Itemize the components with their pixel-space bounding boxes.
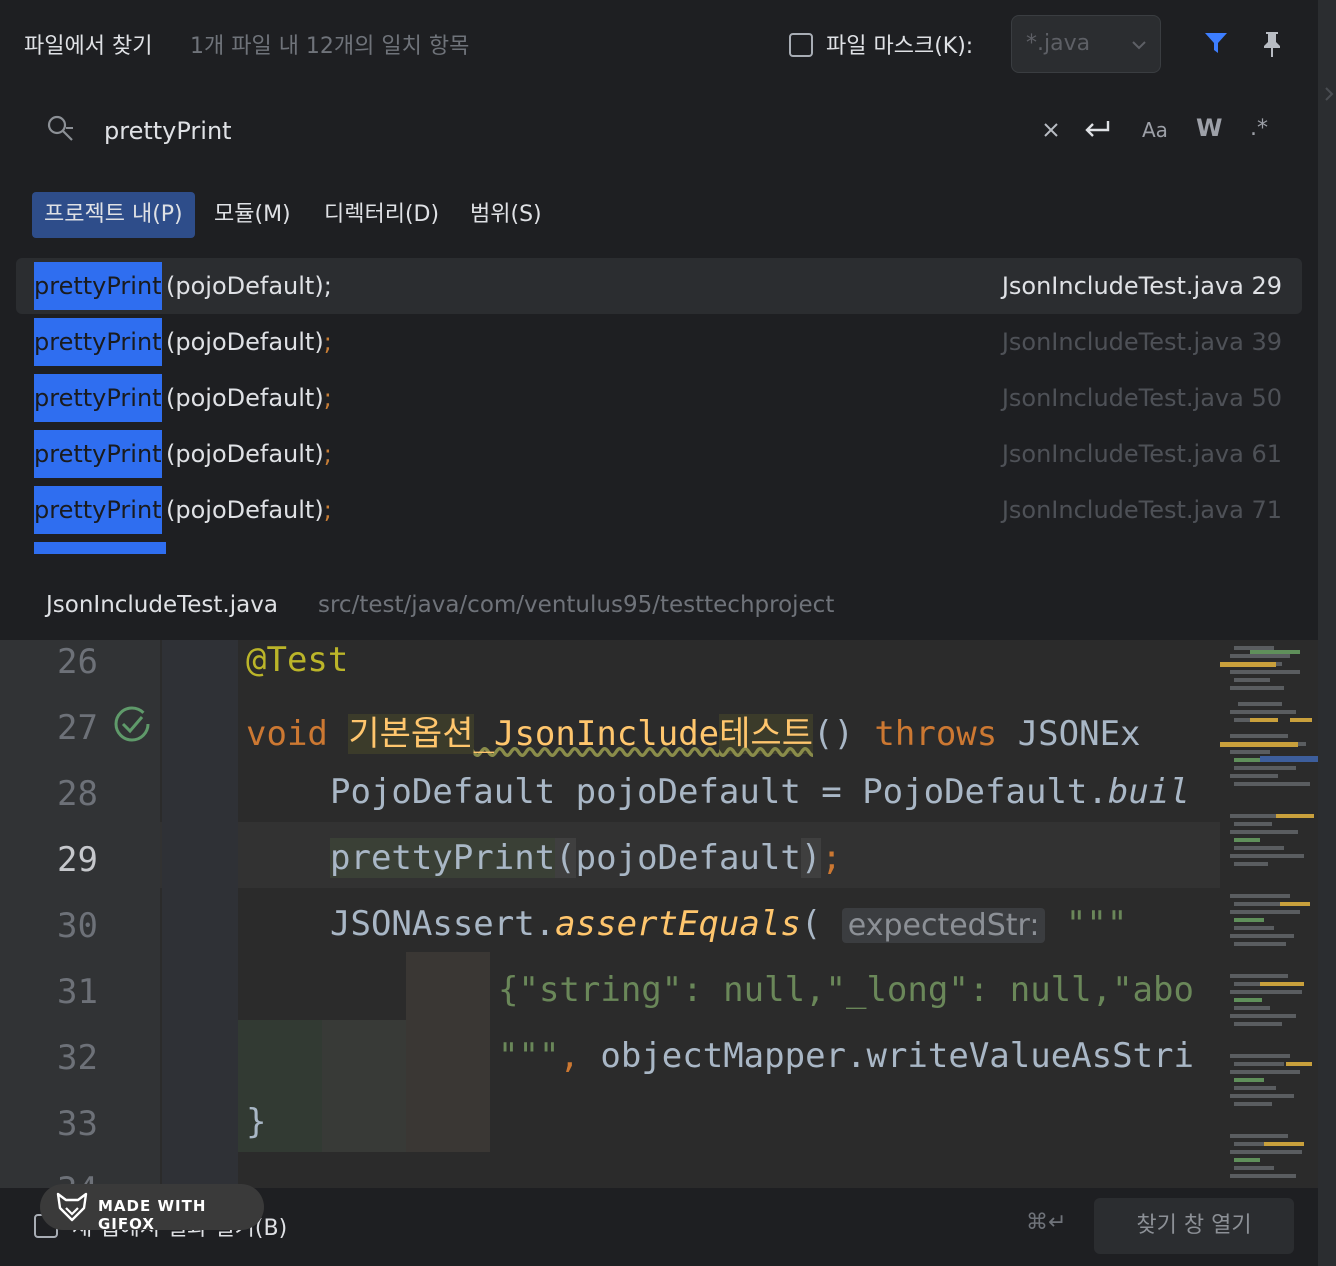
tab-module[interactable]: 모듈(M) xyxy=(202,192,303,238)
search-icon xyxy=(47,115,73,141)
open-find-window-button[interactable]: 찾기 창 열기 xyxy=(1094,1198,1294,1254)
chevron-down-icon xyxy=(1132,41,1146,50)
tab-scope[interactable]: 범위(S) xyxy=(458,192,554,238)
result-row[interactable]: prettyPrint (pojoDefault); JsonIncludeTe… xyxy=(16,258,1302,314)
result-match: prettyPrint xyxy=(34,430,162,478)
code-line-33: } xyxy=(246,1102,267,1142)
result-text: (pojoDefault); xyxy=(166,272,332,300)
test-passed-icon[interactable] xyxy=(112,704,152,744)
filter-icon[interactable] xyxy=(1203,30,1229,56)
code-line-26: @Test xyxy=(246,640,349,680)
result-match: prettyPrint xyxy=(34,374,162,422)
result-location: JsonIncludeTest.java 39 xyxy=(1001,328,1282,356)
indent-guide xyxy=(406,952,490,1152)
result-location: JsonIncludeTest.java 29 xyxy=(1001,272,1282,300)
search-input[interactable] xyxy=(104,112,964,150)
whole-words-button[interactable]: W xyxy=(1196,114,1222,142)
clear-icon[interactable] xyxy=(1042,121,1060,139)
tab-in-project[interactable]: 프로젝트 내(P) xyxy=(32,192,195,238)
preview-file-path: src/test/java/com/ventulus95/testtechpro… xyxy=(318,592,835,618)
code-line-27: void 기본옵션_JsonInclude테스트() throws JSONEx xyxy=(246,714,1141,754)
line-gutter: 26 27 28 29 30 31 32 33 34 xyxy=(0,640,160,1188)
find-in-files-window: 파일에서 찾기 1개 파일 내 12개의 일치 항목 파일 마스크(K): *.… xyxy=(0,0,1336,1266)
code-line-28: PojoDefault pojoDefault = PojoDefault.bu… xyxy=(330,772,1190,812)
result-text: (pojoDefault); xyxy=(166,496,332,524)
match-case-button[interactable]: Aa xyxy=(1142,118,1168,142)
newline-icon[interactable] xyxy=(1082,118,1112,142)
result-match-partial xyxy=(34,542,166,554)
regex-button[interactable]: .* xyxy=(1250,116,1268,141)
file-mask-checkbox[interactable] xyxy=(789,33,813,57)
line-number: 27 xyxy=(57,708,98,748)
file-mask-value: *.java xyxy=(1026,31,1091,56)
code-line-31: {"string": null,"_long": null,"abo xyxy=(498,970,1194,1010)
result-text: (pojoDefault); xyxy=(166,440,332,468)
result-row[interactable]: prettyPrint (pojoDefault); JsonIncludeTe… xyxy=(16,314,1302,370)
dialog-footer: 새 탭에서 결과 열기(B) MADE WITH GIFOX ⌘↵ 찾기 창 열… xyxy=(0,1184,1318,1266)
indent-guide xyxy=(322,1020,406,1152)
code-line-32: """, objectMapper.writeValueAsStri xyxy=(498,1036,1194,1076)
result-location: JsonIncludeTest.java 50 xyxy=(1001,384,1282,412)
dialog-title: 파일에서 찾기 xyxy=(24,34,153,59)
results-list[interactable]: prettyPrint (pojoDefault); JsonIncludeTe… xyxy=(16,258,1302,554)
line-number: 26 xyxy=(57,642,98,682)
result-text: (pojoDefault); xyxy=(166,384,332,412)
result-row[interactable]: prettyPrint (pojoDefault); JsonIncludeTe… xyxy=(16,482,1302,538)
tab-directory[interactable]: 디렉터리(D) xyxy=(312,192,451,238)
code-line-30: JSONAssert.assertEquals( expectedStr: ""… xyxy=(330,904,1128,944)
result-text: (pojoDefault); xyxy=(166,328,332,356)
line-number: 28 xyxy=(57,774,98,814)
result-match: prettyPrint xyxy=(34,486,162,534)
gifox-text: MADE WITH GIFOX xyxy=(98,1197,207,1233)
preview-file-name: JsonIncludeTest.java xyxy=(46,592,278,618)
code-minimap[interactable] xyxy=(1220,640,1318,1188)
result-match: prettyPrint xyxy=(34,318,162,366)
code-preview[interactable]: 26 27 28 29 30 31 32 33 34 @Test void 기본… xyxy=(0,640,1318,1188)
pin-icon[interactable] xyxy=(1260,30,1284,58)
result-row[interactable]: prettyPrint (pojoDefault); JsonIncludeTe… xyxy=(16,426,1302,482)
file-mask-combo[interactable]: *.java xyxy=(1011,15,1161,73)
line-number-current: 29 xyxy=(57,840,98,880)
match-count: 1개 파일 내 12개의 일치 항목 xyxy=(190,34,470,59)
line-number: 33 xyxy=(57,1104,98,1144)
chevron-right-icon xyxy=(1325,87,1334,101)
gifox-watermark: MADE WITH GIFOX xyxy=(40,1184,264,1233)
result-location: JsonIncludeTest.java 61 xyxy=(1001,440,1282,468)
fold-strip xyxy=(162,640,238,1188)
shortcut-hint: ⌘↵ xyxy=(1026,1210,1067,1235)
result-match: prettyPrint xyxy=(34,262,162,310)
parameter-hint: expectedStr: xyxy=(841,908,1046,943)
fox-logo-icon xyxy=(56,1192,88,1222)
line-number: 31 xyxy=(57,972,98,1012)
result-row[interactable]: prettyPrint (pojoDefault); JsonIncludeTe… xyxy=(16,370,1302,426)
result-location: JsonIncludeTest.java 71 xyxy=(1001,496,1282,524)
code-line-29: prettyPrint(pojoDefault); xyxy=(330,838,842,878)
line-number: 30 xyxy=(57,906,98,946)
file-mask-label: 파일 마스크(K): xyxy=(826,34,974,59)
line-number: 32 xyxy=(57,1038,98,1078)
right-edge-panel xyxy=(1318,0,1336,1266)
result-row-partial[interactable] xyxy=(16,538,1302,554)
find-in-files-dialog: 파일에서 찾기 1개 파일 내 12개의 일치 항목 파일 마스크(K): *.… xyxy=(0,0,1318,1266)
